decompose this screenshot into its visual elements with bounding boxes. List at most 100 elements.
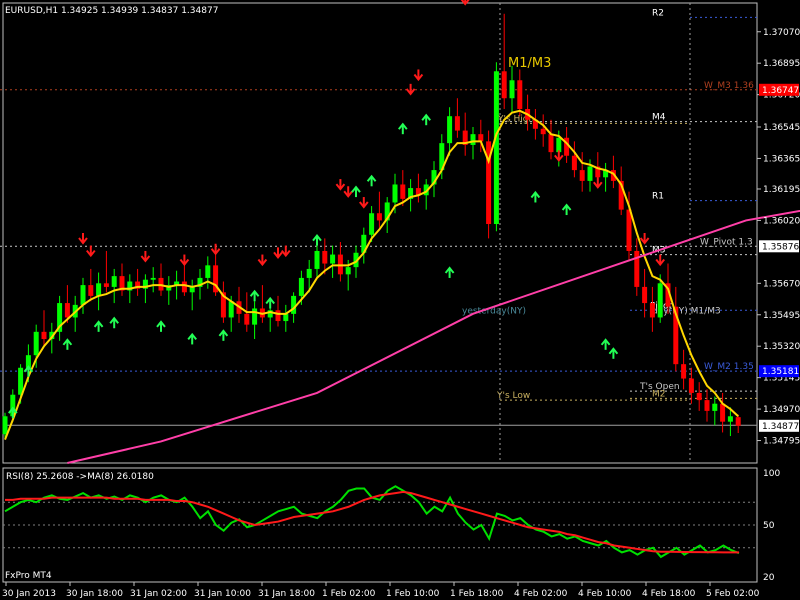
candle	[486, 130, 492, 239]
x-tick-label: 31 Jan 10:00	[194, 589, 251, 599]
candle-body	[509, 80, 515, 99]
candle-body	[392, 184, 398, 203]
price-tag: 1.35876	[759, 240, 799, 253]
level-label-r1: R1	[652, 192, 664, 202]
candle-body	[244, 313, 250, 325]
y-tick-label: 1.36545	[763, 123, 800, 133]
level-label-r2: R2	[652, 8, 664, 18]
candle-body	[283, 313, 289, 322]
price-tag: 1.35181	[759, 365, 799, 378]
m1-m3-label: M1/M3	[508, 56, 551, 71]
price-tag-label: 1.34877	[762, 422, 799, 432]
rsi-tick-label: 50	[763, 521, 775, 531]
candle-body	[657, 283, 663, 318]
level-label-m2: M2	[652, 389, 666, 399]
x-tick-label: 1 Feb 10:00	[386, 589, 440, 599]
candle-body	[298, 277, 304, 296]
y-tick-label: 1.35670	[763, 279, 800, 289]
x-tick-label: 5 Feb 02:00	[706, 589, 760, 599]
x-tick-label: 31 Jan 02:00	[130, 589, 187, 599]
candle-body	[228, 301, 234, 318]
candle	[493, 62, 499, 232]
x-tick-label: 4 Feb 18:00	[642, 589, 696, 599]
candle-body	[649, 303, 655, 318]
x-tick-label: 30 Jan 2013	[2, 589, 56, 599]
x-tick-label: 30 Jan 18:00	[66, 589, 123, 599]
candle-body	[579, 170, 585, 181]
candle-body	[454, 116, 460, 131]
y-tick-label: 1.36365	[763, 154, 800, 164]
y-tick-label: 1.34970	[763, 405, 800, 415]
candle-body	[306, 268, 312, 278]
candle-body	[33, 331, 39, 356]
candle-body	[345, 267, 351, 275]
price-tag-label: 1.35181	[762, 367, 799, 377]
candle-body	[556, 137, 562, 153]
candle-body	[2, 416, 8, 435]
candle-body	[571, 155, 577, 171]
candle-body	[681, 364, 687, 379]
y-tick-label: 1.34795	[763, 437, 800, 447]
x-tick-label: 4 Feb 10:00	[578, 589, 632, 599]
price-tag-label: 1.35876	[762, 242, 799, 252]
candle-body	[41, 331, 47, 340]
candle-body	[205, 265, 211, 278]
candle-body	[478, 134, 484, 142]
candle-body	[96, 283, 102, 296]
level-label-w-m3: W_M3 1.36	[704, 81, 754, 91]
candle-body	[88, 285, 94, 296]
price-tag-label: 1.36747	[762, 86, 799, 96]
y-tick-label: 1.36195	[763, 185, 800, 195]
candle-body	[376, 213, 382, 221]
candle-body	[369, 213, 375, 235]
y-tick-label: 1.37070	[763, 28, 800, 38]
candle-body	[493, 71, 499, 225]
candle-body	[291, 295, 297, 314]
candle-body	[587, 166, 593, 181]
candle-body	[322, 250, 328, 264]
candle-body	[688, 378, 694, 393]
candle-body	[540, 128, 546, 135]
rsi-tick-label: 100	[763, 469, 780, 479]
rsi-tick-label: 20	[763, 573, 775, 583]
y-tick-label: 1.36895	[763, 59, 800, 69]
x-tick-label: 4 Feb 02:00	[514, 589, 568, 599]
level-label-ys-low: Y's Low	[496, 391, 530, 401]
candle-body	[111, 276, 117, 287]
candle-body	[704, 400, 710, 411]
level-label-m4: M4	[652, 113, 666, 123]
x-tick-label: 1 Feb 02:00	[322, 589, 376, 599]
candle-body	[626, 209, 632, 251]
candle-body	[150, 277, 156, 280]
candle-body	[696, 392, 702, 401]
y-tick-label: 1.35320	[763, 342, 800, 352]
y-tick-label: 1.36020	[763, 216, 800, 226]
candle-body	[447, 116, 453, 144]
level-label-w-m2: W_M2 1.35	[704, 362, 754, 372]
candle-body	[330, 254, 336, 264]
candle-body	[80, 285, 86, 305]
candle-body	[548, 134, 554, 153]
trading-chart[interactable]: R2W_M3 1.36M4Y's HighR1W_Pivot 1.3M3Pivo…	[0, 0, 800, 600]
candle-body	[314, 250, 320, 269]
candle-body	[712, 403, 718, 411]
candle-body	[400, 184, 406, 199]
candle-body	[64, 303, 70, 318]
price-tag: 1.34877	[759, 419, 799, 432]
candle-body	[720, 403, 726, 422]
candle-body	[181, 281, 187, 293]
x-tick-label: 31 Jan 18:00	[258, 589, 315, 599]
level-label-w-pivot: W_Pivot 1.3	[700, 237, 753, 247]
candle-body	[470, 134, 476, 145]
candle-body	[517, 80, 523, 110]
candle-body	[501, 71, 507, 99]
candle-body	[103, 283, 109, 287]
price-tag: 1.36747	[759, 83, 799, 96]
candle-body	[735, 417, 741, 426]
symbol-info: EURUSD,H1 1.34925 1.34939 1.34837 1.3487…	[5, 6, 218, 16]
candle-body	[252, 308, 258, 325]
candle-body	[727, 416, 733, 422]
x-tick-label: 1 Feb 18:00	[450, 589, 504, 599]
rsi-title: RSI(8) 25.2608 ->MA(8) 26.0180	[6, 472, 154, 482]
candle-body	[275, 310, 281, 322]
